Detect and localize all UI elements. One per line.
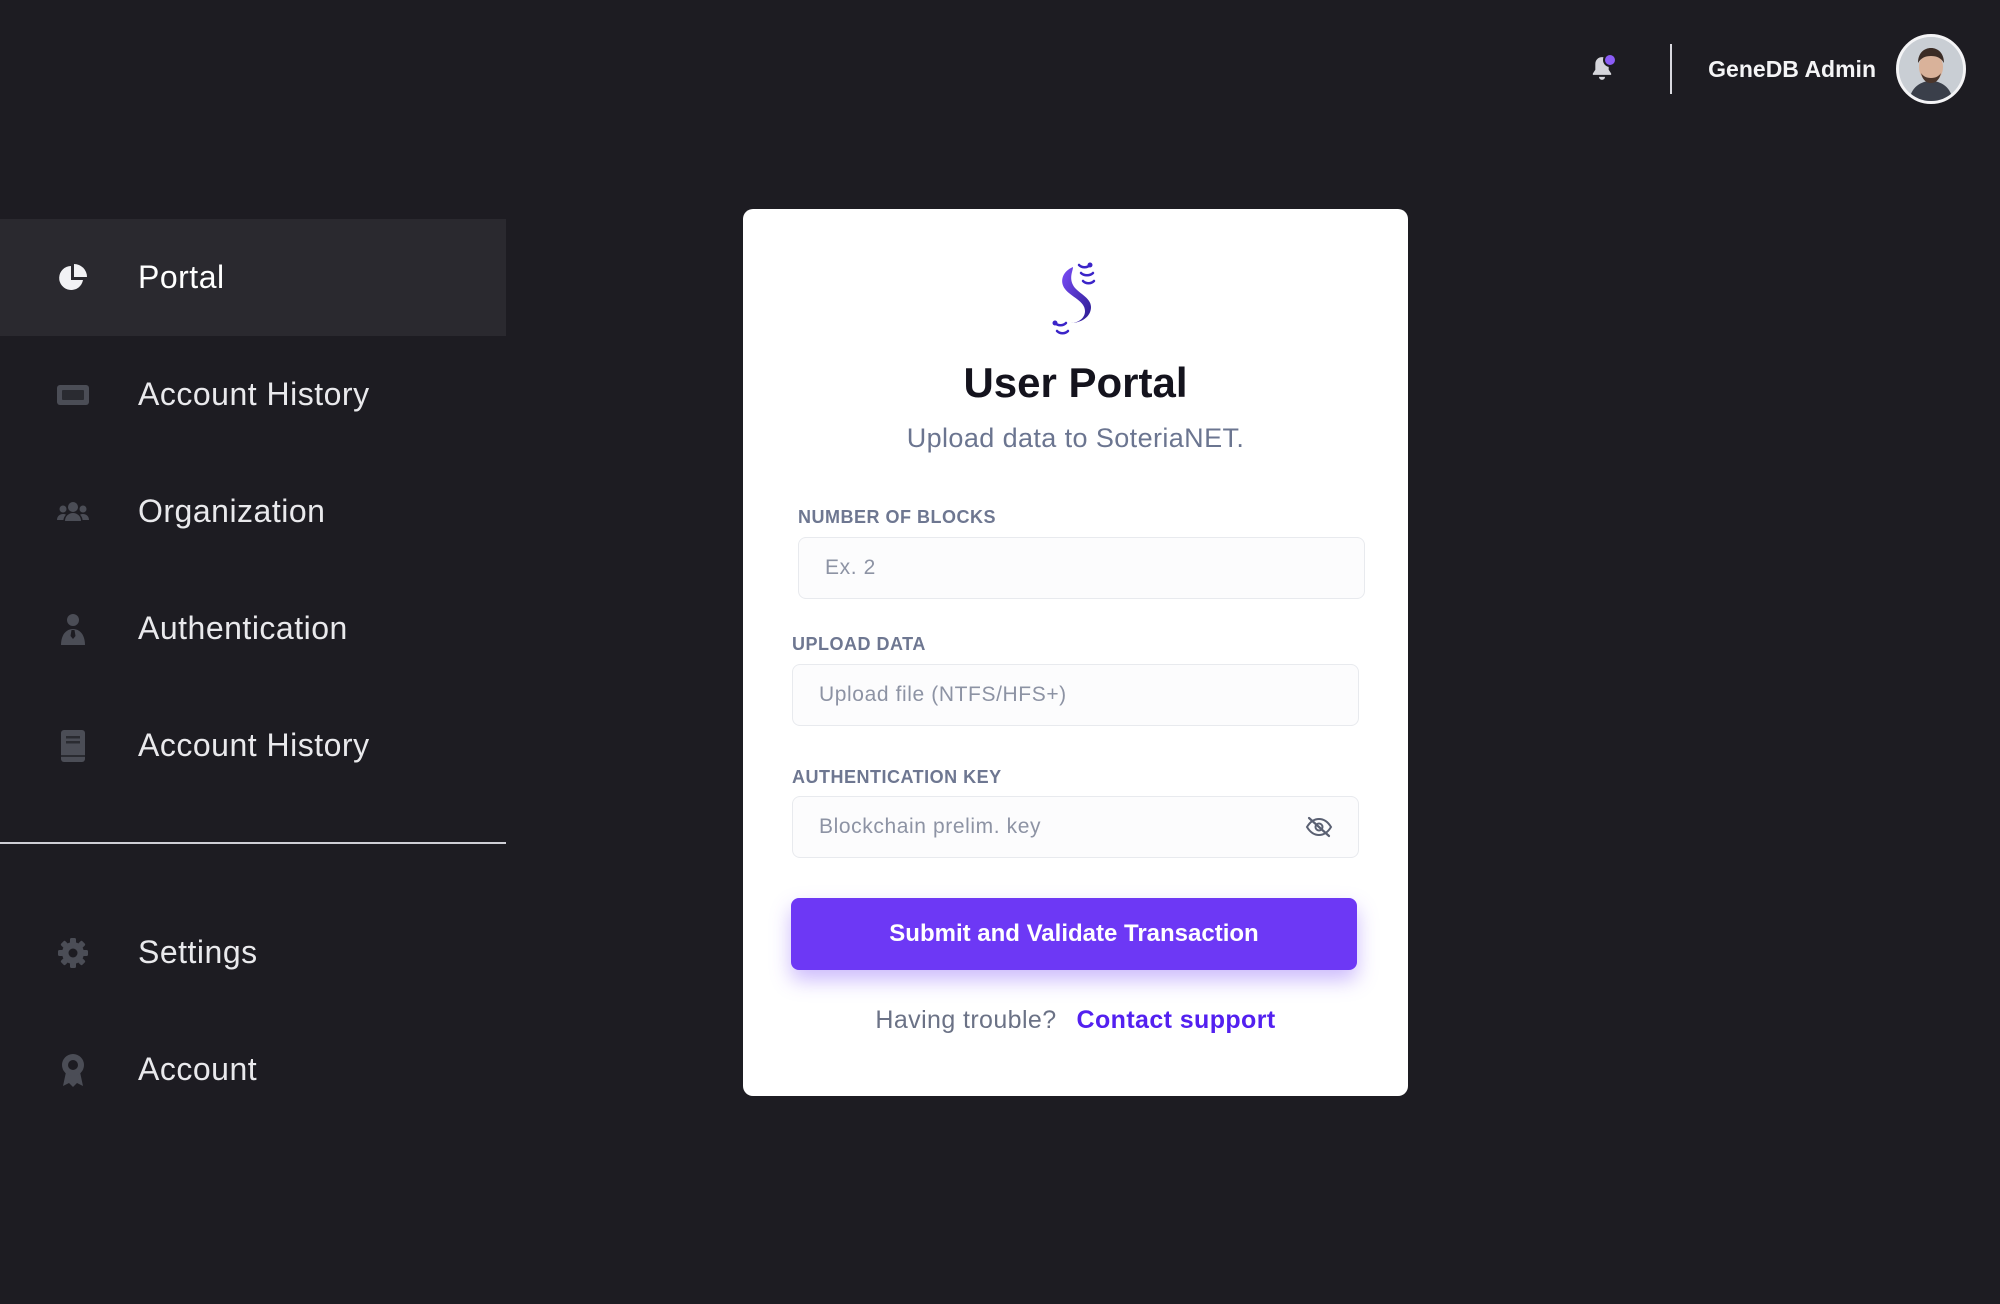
contact-support-link[interactable]: Contact support [1077, 1006, 1276, 1034]
notifications-button[interactable] [1582, 49, 1622, 89]
sidebar-divider [0, 842, 506, 844]
page-subtitle: Upload data to SoteriaNET. [906, 423, 1245, 453]
sidebar-item-account-history[interactable]: Account History [0, 336, 506, 453]
sidebar-item-authentication[interactable]: Authentication [0, 570, 506, 687]
toggle-visibility-button[interactable] [1304, 811, 1334, 843]
sidebar-item-label: Account History [138, 376, 370, 412]
sidebar-item-organization[interactable]: Organization [0, 453, 506, 570]
blocks-input[interactable] [823, 555, 1340, 581]
page-title: User Portal [963, 359, 1188, 406]
avatar-image [1899, 37, 1963, 101]
sidebar-item-label: Account [138, 1051, 258, 1087]
help-text: Having trouble? [875, 1006, 1057, 1034]
ticket-icon [53, 375, 93, 415]
users-icon [53, 492, 93, 532]
upload-label: UPLOAD DATA [792, 634, 926, 654]
sidebar-item-settings[interactable]: Settings [0, 894, 506, 1011]
sidebar: Portal Account History Organization Auth… [0, 219, 506, 1128]
person-badge-icon [53, 609, 93, 649]
sidebar-item-label: Settings [138, 934, 258, 970]
eye-off-icon [1305, 816, 1333, 838]
pie-chart-icon [53, 258, 93, 298]
sidebar-item-label: Account History [138, 727, 370, 763]
sidebar-item-label: Organization [138, 493, 326, 529]
soterianet-logo [1043, 261, 1107, 341]
book-icon [53, 726, 93, 766]
award-icon [53, 1050, 93, 1090]
upload-input[interactable] [817, 682, 1334, 708]
auth-key-field [792, 796, 1359, 858]
gear-icon [53, 933, 93, 973]
sidebar-item-account[interactable]: Account [0, 1011, 506, 1128]
blocks-label: NUMBER OF BLOCKS [798, 507, 996, 527]
sidebar-item-label: Portal [138, 259, 225, 295]
sidebar-item-label: Authentication [138, 610, 348, 646]
header-user-area: GeneDB Admin [1582, 34, 1966, 104]
auth-key-input[interactable] [817, 814, 1305, 840]
auth-key-label: AUTHENTICATION KEY [792, 767, 1002, 787]
sidebar-item-account-history-2[interactable]: Account History [0, 687, 506, 804]
help-row: Having trouble? Contact support [743, 1006, 1408, 1035]
avatar[interactable] [1896, 34, 1966, 104]
blocks-field [798, 537, 1365, 599]
submit-button[interactable]: Submit and Validate Transaction [791, 898, 1357, 970]
upload-card: User Portal Upload data to SoteriaNET. N… [743, 209, 1408, 1096]
upload-field [792, 664, 1359, 726]
user-name: GeneDB Admin [1708, 55, 1876, 82]
sidebar-item-portal[interactable]: Portal [0, 219, 506, 336]
header-divider [1670, 44, 1673, 94]
